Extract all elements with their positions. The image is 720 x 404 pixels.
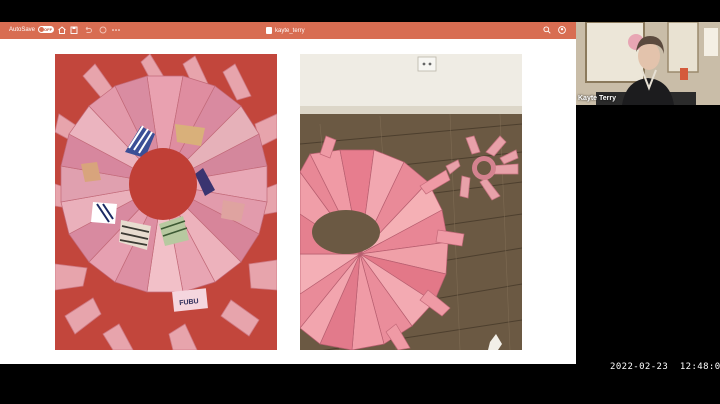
slide-canvas: FUBU	[0, 39, 576, 364]
save-icon[interactable]	[69, 25, 79, 35]
participant-video[interactable]: Kayte Terry	[576, 22, 720, 105]
autosave-label: AutoSave	[9, 26, 36, 33]
autosave-control[interactable]: AutoSave OFF	[9, 26, 55, 33]
recording-timestamp: 2022-02-23 12:48:03	[610, 362, 720, 372]
outlet-plate	[417, 56, 437, 72]
autosave-toggle[interactable]: OFF	[38, 26, 55, 33]
account-icon[interactable]	[557, 25, 567, 35]
autosave-state: OFF	[44, 27, 53, 32]
title-bar: AutoSave OFF kayte_terry	[0, 22, 576, 39]
participant-name: Kayte Terry	[578, 95, 617, 102]
document-icon	[266, 27, 272, 34]
document-title-text: kayte_terry	[275, 27, 305, 34]
search-icon[interactable]	[542, 25, 552, 35]
undo-icon[interactable]	[83, 25, 93, 35]
home-icon[interactable]	[57, 25, 67, 35]
toggle-knob	[39, 27, 45, 32]
sock-quilt-photo: FUBU	[55, 54, 277, 350]
more-icon[interactable]	[111, 25, 121, 35]
quilt-floor-photo	[300, 54, 522, 350]
redo-icon[interactable]	[98, 25, 108, 35]
document-title[interactable]: kayte_terry	[266, 27, 305, 34]
